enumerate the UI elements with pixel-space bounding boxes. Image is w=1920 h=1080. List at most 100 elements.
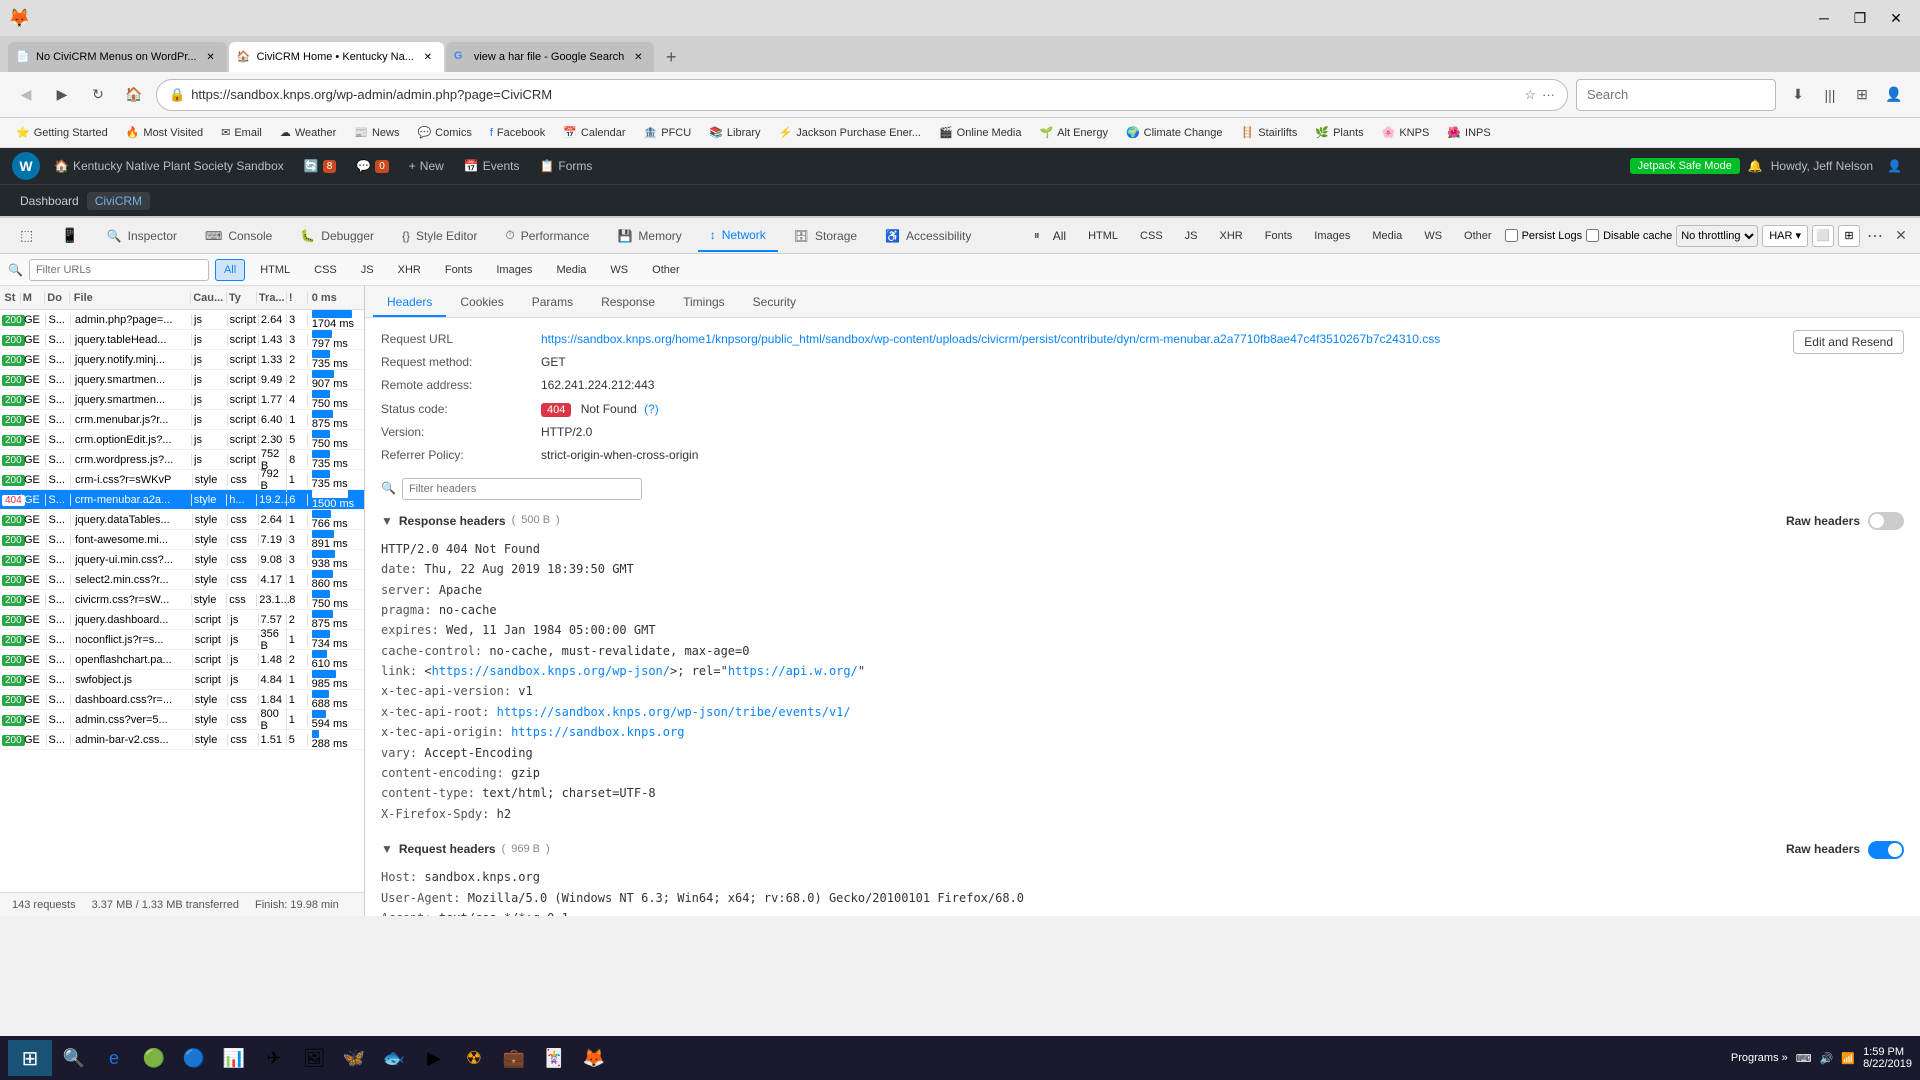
wp-comments[interactable]: 💬 0 xyxy=(350,159,395,173)
bookmark-jackson[interactable]: ⚡ Jackson Purchase Ener... xyxy=(771,121,929,145)
images-type-filter[interactable]: Images xyxy=(487,259,541,281)
bookmark-online-media[interactable]: 🎬 Online Media xyxy=(931,121,1030,145)
url-bar[interactable]: 🔒 https://sandbox.knps.org/wp-admin/admi… xyxy=(156,79,1568,111)
taskbar-volume[interactable]: 🔊 xyxy=(1820,1052,1834,1065)
request-headers-chevron[interactable]: ▼ xyxy=(381,840,393,859)
xhr-type-filter[interactable]: XHR xyxy=(389,259,430,281)
fonts-filter[interactable]: Fonts xyxy=(1256,225,1302,247)
tab-console[interactable]: ⌨ Console xyxy=(193,220,284,252)
response-headers-chevron[interactable]: ▼ xyxy=(381,512,393,531)
wp-new[interactable]: + New xyxy=(403,159,450,173)
bookmark-most-visited[interactable]: 🔥 Most Visited xyxy=(118,121,211,145)
network-item-1[interactable]: 200 GE S... admin.php?page=... js script… xyxy=(0,310,364,330)
home-button[interactable]: 🏠 xyxy=(120,81,148,109)
search-input[interactable] xyxy=(1576,79,1776,111)
reload-button[interactable]: ↻ xyxy=(84,81,112,109)
taskbar-icon-5[interactable]: ✈ xyxy=(256,1040,292,1076)
throttle-select[interactable]: No throttling xyxy=(1676,225,1758,247)
tab-debugger[interactable]: 🐛 Debugger xyxy=(288,220,386,252)
minimize-button[interactable]: ─ xyxy=(1808,4,1840,32)
tab-storage[interactable]: 🗄 Storage xyxy=(782,220,869,252)
ws-filter[interactable]: WS xyxy=(1415,225,1451,247)
network-item-2[interactable]: 200 GE S... jquery.tableHead... js scrip… xyxy=(0,330,364,350)
persist-logs-checkbox[interactable] xyxy=(1505,229,1518,242)
detach-button[interactable]: ⬜ xyxy=(1812,225,1834,247)
bookmark-comics[interactable]: 💬 Comics xyxy=(409,121,479,145)
wp-forms[interactable]: 📋 Forms xyxy=(533,159,598,173)
network-item-7[interactable]: 200 GE S... crm.optionEdit.js?... js scr… xyxy=(0,430,364,450)
network-item-21[interactable]: 200 GE S... admin.css?ver=5... style css… xyxy=(0,710,364,730)
network-item-8[interactable]: 200 GE S... crm.wordpress.js?... js scri… xyxy=(0,450,364,470)
disable-cache-label[interactable]: Disable cache xyxy=(1586,229,1672,242)
bookmark-facebook[interactable]: f Facebook xyxy=(482,121,553,145)
taskbar-ie[interactable]: e xyxy=(96,1040,132,1076)
back-button[interactable]: ◀ xyxy=(12,81,40,109)
tab-accessibility[interactable]: ♿ Accessibility xyxy=(873,220,983,252)
wp-logo[interactable]: W xyxy=(12,152,40,180)
tab-3[interactable]: G view a har file - Google Search ✕ xyxy=(446,42,654,72)
avatar[interactable]: 👤 xyxy=(1881,159,1908,173)
start-button[interactable]: ⊞ xyxy=(8,1040,52,1076)
all-filter[interactable]: All xyxy=(1044,225,1075,247)
html-filter[interactable]: HTML xyxy=(1079,225,1127,247)
images-filter[interactable]: Images xyxy=(1305,225,1359,247)
bookmark-library[interactable]: 📚 Library xyxy=(701,121,768,145)
close-devtools-button[interactable]: ✕ xyxy=(1890,225,1912,247)
js-type-filter[interactable]: JS xyxy=(352,259,383,281)
taskbar-icon-4[interactable]: 📊 xyxy=(216,1040,252,1076)
devtools-responsive[interactable]: 📱 xyxy=(49,220,90,252)
taskbar-chrome[interactable]: 🟢 xyxy=(136,1040,172,1076)
close-button[interactable]: ✕ xyxy=(1880,4,1912,32)
jetpack-badge[interactable]: Jetpack Safe Mode xyxy=(1630,158,1740,174)
tab-1-close[interactable]: ✕ xyxy=(203,49,219,65)
ws-type-filter[interactable]: WS xyxy=(601,259,637,281)
bookmark-stairlifts[interactable]: 🪜 Stairlifts xyxy=(1233,121,1306,145)
taskbar-photos[interactable]: 🖼 xyxy=(296,1040,332,1076)
fonts-type-filter[interactable]: Fonts xyxy=(436,259,482,281)
new-tab-button[interactable]: + xyxy=(656,42,686,72)
filter-headers-input[interactable] xyxy=(402,478,642,500)
tab-params[interactable]: Params xyxy=(518,289,587,317)
devtools-pick-element[interactable]: ⬚ xyxy=(8,220,45,252)
css-type-filter[interactable]: CSS xyxy=(305,259,346,281)
network-item-14[interactable]: 200 GE S... select2.min.css?r... style c… xyxy=(0,570,364,590)
status-help-icon[interactable]: (?) xyxy=(644,402,659,416)
forward-button[interactable]: ▶ xyxy=(48,81,76,109)
css-filter[interactable]: CSS xyxy=(1131,225,1172,247)
taskbar-network[interactable]: 📶 xyxy=(1841,1052,1855,1065)
raw-headers-switch-response[interactable] xyxy=(1868,512,1904,530)
network-item-10-selected[interactable]: 404 GE S... crm-menubar.a2a... style h..… xyxy=(0,490,364,510)
network-item-15[interactable]: 200 GE S... civicrm.css?r=sW... style cs… xyxy=(0,590,364,610)
taskbar-icon-11[interactable]: 💼 xyxy=(496,1040,532,1076)
bookmark-weather[interactable]: ☁ Weather xyxy=(272,121,344,145)
network-item-3[interactable]: 200 GE S... jquery.notify.minj... js scr… xyxy=(0,350,364,370)
tab-timings[interactable]: Timings xyxy=(669,289,739,317)
bookmark-getting-started[interactable]: ⭐ Getting Started xyxy=(8,121,116,145)
filter-urls-input[interactable] xyxy=(29,259,209,281)
tab-network[interactable]: ↕ Network xyxy=(698,220,778,252)
all-type-filter[interactable]: All xyxy=(215,259,245,281)
submenu-civicrm[interactable]: CiviCRM xyxy=(87,192,150,210)
bookmark-climate[interactable]: 🌍 Climate Change xyxy=(1118,121,1231,145)
js-filter[interactable]: JS xyxy=(1176,225,1207,247)
tab-cookies[interactable]: Cookies xyxy=(446,289,517,317)
tab-1[interactable]: 📄 No CiviCRM Menus on WordPr... ✕ xyxy=(8,42,227,72)
more-tools-button[interactable]: ⋯ xyxy=(1864,225,1886,247)
html-type-filter[interactable]: HTML xyxy=(251,259,299,281)
bookmark-news[interactable]: 📰 News xyxy=(346,121,407,145)
edit-resend-button[interactable]: Edit and Resend xyxy=(1793,330,1904,354)
tab-security[interactable]: Security xyxy=(739,289,810,317)
bookmark-pfcu[interactable]: 🏦 PFCU xyxy=(636,121,700,145)
har-button[interactable]: HAR ▾ xyxy=(1762,225,1808,247)
network-item-19[interactable]: 200 GE S... swfobject.js script js 4.84 … xyxy=(0,670,364,690)
tab-performance[interactable]: ⏱ Performance xyxy=(493,220,601,252)
tab-memory[interactable]: 💾 Memory xyxy=(605,220,693,252)
taskbar-firefox[interactable]: 🦊 xyxy=(576,1040,612,1076)
network-item-20[interactable]: 200 GE S... dashboard.css?r=... style cs… xyxy=(0,690,364,710)
other-filter[interactable]: Other xyxy=(1455,225,1501,247)
network-item-5[interactable]: 200 GE S... jquery.smartmen... js script… xyxy=(0,390,364,410)
tab-headers[interactable]: Headers xyxy=(373,289,446,317)
persist-logs-label[interactable]: Persist Logs xyxy=(1505,229,1583,242)
wp-events[interactable]: 📅 Events xyxy=(458,159,526,173)
bookmark-plants[interactable]: 🌿 Plants xyxy=(1307,121,1371,145)
